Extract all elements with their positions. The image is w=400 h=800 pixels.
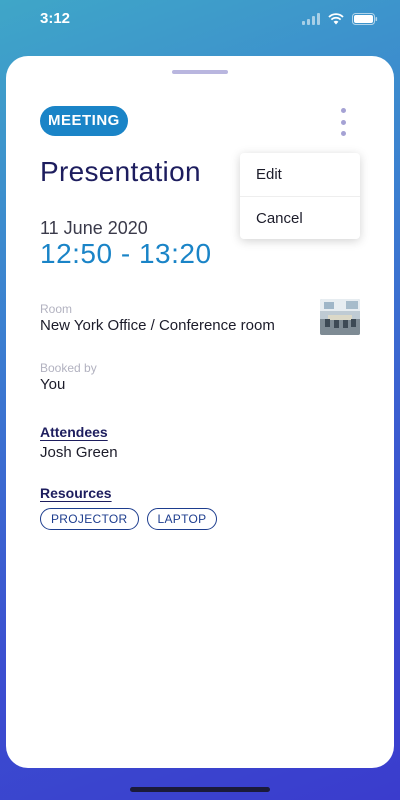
event-date: 11 June 2020 bbox=[40, 218, 148, 238]
booked-by-value: You bbox=[40, 376, 66, 393]
booked-by-label: Booked by bbox=[40, 361, 97, 375]
menu-item-edit[interactable]: Edit bbox=[240, 153, 360, 196]
event-time-range: 12:50 - 13:20 bbox=[40, 238, 212, 269]
status-icons bbox=[302, 12, 378, 30]
home-indicator[interactable] bbox=[130, 787, 270, 792]
room-photo[interactable] bbox=[320, 299, 360, 335]
status-bar: 3:12 bbox=[0, 0, 400, 40]
resource-chips: PROJECTOR LAPTOP bbox=[40, 508, 218, 530]
resource-chip-projector: PROJECTOR bbox=[40, 508, 139, 530]
menu-item-cancel[interactable]: Cancel bbox=[240, 196, 360, 240]
more-icon-dot bbox=[340, 108, 346, 113]
options-menu: Edit Cancel bbox=[240, 153, 360, 239]
resource-chip-laptop: LAPTOP bbox=[146, 508, 218, 530]
attendees-heading: Attendees bbox=[40, 424, 108, 440]
signal-icon bbox=[302, 12, 320, 30]
battery-icon bbox=[352, 12, 378, 30]
more-icon-dot bbox=[340, 119, 346, 125]
event-title: Presentation bbox=[40, 156, 201, 187]
more-options-button[interactable] bbox=[334, 108, 352, 136]
resources-heading: Resources bbox=[40, 485, 112, 501]
wifi-icon bbox=[328, 12, 344, 30]
attendee-item: Josh Green bbox=[40, 444, 118, 461]
room-label: Room bbox=[40, 302, 73, 316]
more-icon-dot bbox=[340, 131, 346, 136]
room-value: New York Office / Conference room bbox=[40, 317, 275, 334]
event-type-badge: MEETING bbox=[40, 106, 128, 136]
status-time: 3:12 bbox=[40, 10, 71, 27]
event-detail-sheet: MEETING Presentation 11 June 2020 12:50 … bbox=[6, 56, 394, 768]
sheet-grabber[interactable] bbox=[172, 70, 228, 74]
